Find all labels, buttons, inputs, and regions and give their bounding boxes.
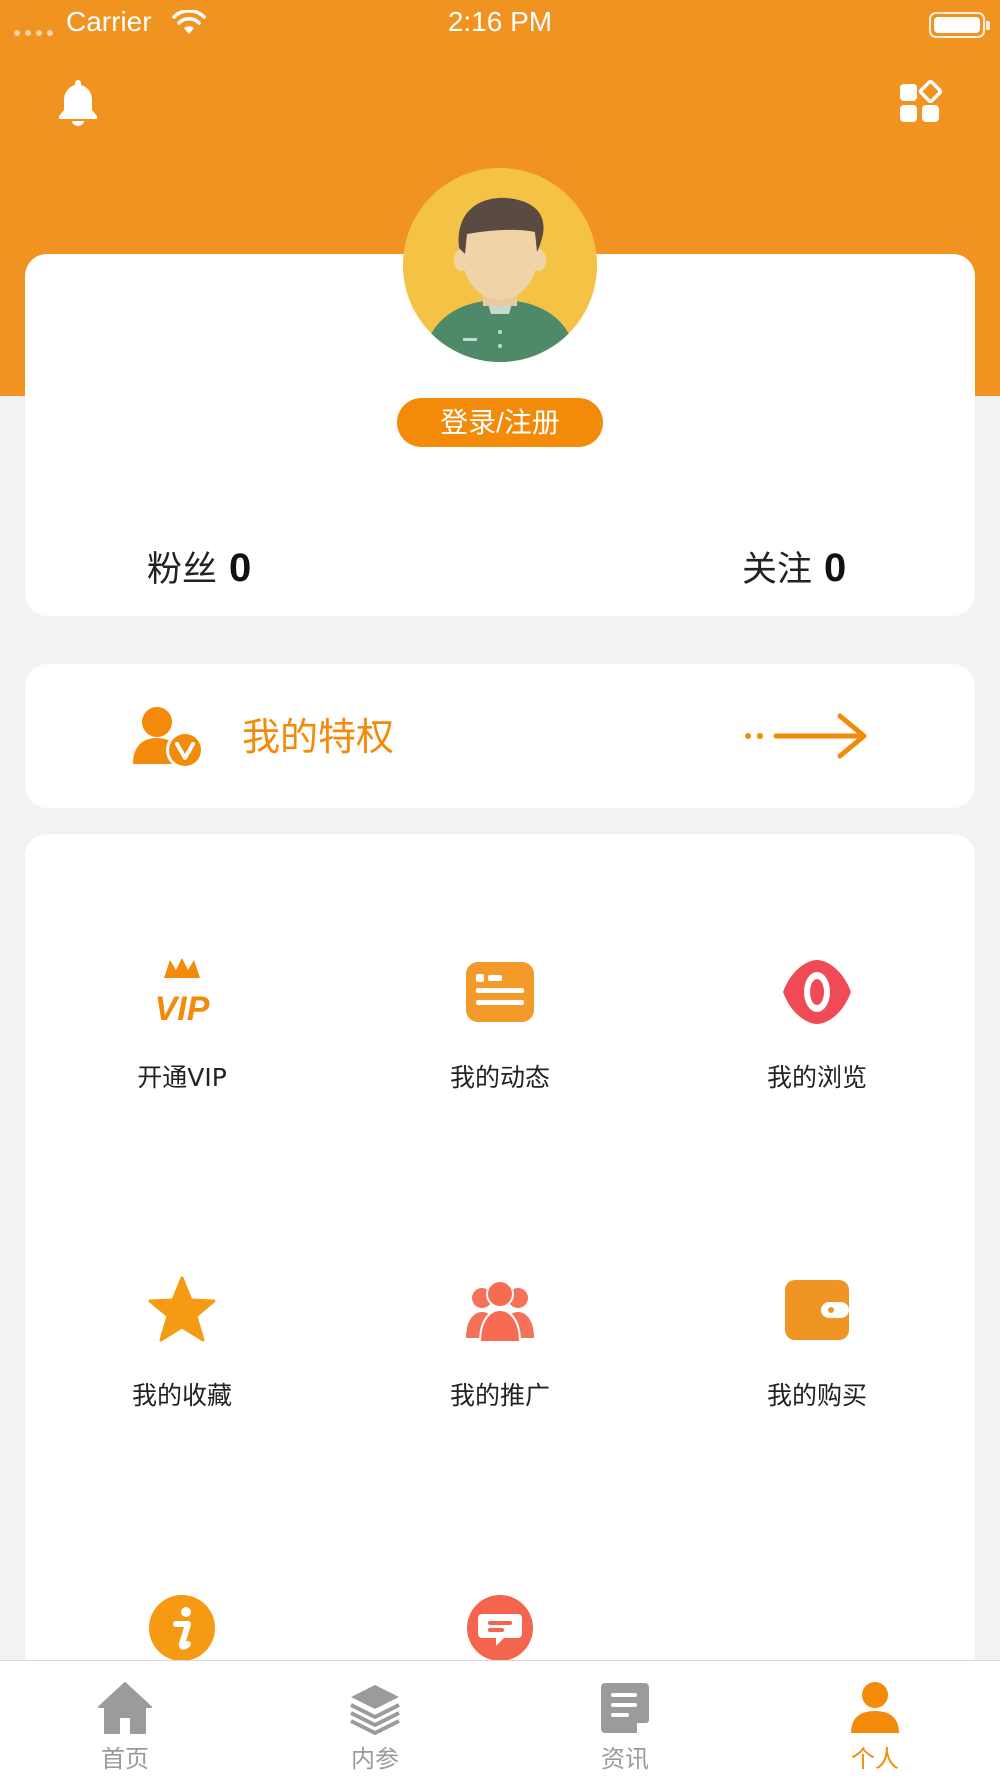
arrow-right-icon[interactable] — [744, 710, 870, 762]
follow-label: 关注 — [742, 550, 813, 590]
wallet-icon — [785, 1280, 849, 1340]
document-icon — [601, 1683, 649, 1733]
tab-personal[interactable]: 个人 — [750, 1661, 1000, 1778]
apps-grid-icon[interactable] — [898, 80, 942, 124]
fans-stat[interactable]: 粉丝 0 — [147, 544, 251, 592]
info-icon — [149, 1595, 215, 1661]
grid-item-browsing[interactable]: 我的浏览 — [697, 956, 937, 1106]
grid-item-purchases[interactable]: 我的购买 — [697, 1274, 937, 1424]
message-icon — [467, 1595, 533, 1661]
login-register-button[interactable]: 登录/注册 — [397, 398, 603, 447]
news-card-icon — [466, 962, 534, 1022]
svg-text:VIP: VIP — [155, 990, 210, 1028]
follow-count: 0 — [824, 546, 847, 590]
grid-item-promotion[interactable]: 我的推广 — [380, 1274, 620, 1424]
grid-label-activity: 我的动态 — [449, 1063, 550, 1092]
eye-icon — [783, 960, 851, 1024]
tab-home[interactable]: 首页 — [0, 1661, 250, 1778]
avatar[interactable] — [403, 168, 597, 362]
tab-label-home: 首页 — [101, 1745, 149, 1773]
privilege-label: 我的特权 — [242, 715, 395, 759]
tab-label-insider: 内参 — [351, 1745, 399, 1773]
tab-label-personal: 个人 — [851, 1745, 899, 1773]
follow-stat[interactable]: 关注 0 — [742, 544, 846, 592]
tab-label-news: 资讯 — [601, 1745, 649, 1773]
vip-crown-icon: VIP — [155, 958, 210, 1028]
grid-item-favorites[interactable]: 我的收藏 — [62, 1274, 302, 1424]
grid-label-favorites: 我的收藏 — [131, 1381, 232, 1410]
bell-icon[interactable] — [56, 78, 100, 126]
grid-item-activity[interactable]: 我的动态 — [380, 956, 620, 1106]
grid-label-purchases: 我的购买 — [766, 1381, 867, 1410]
grid-label-promotion: 我的推广 — [449, 1381, 550, 1410]
group-icon — [466, 1280, 534, 1343]
status-time: 2:16 PM — [447, 6, 553, 37]
grid-label-vip: 开通VIP — [137, 1063, 227, 1092]
battery-icon — [929, 12, 990, 38]
home-icon — [98, 1682, 152, 1734]
user-vip-icon — [133, 707, 204, 769]
grid-label-browsing: 我的浏览 — [766, 1063, 867, 1092]
tab-bar: 首页 内参 资讯 个人 — [0, 1660, 1000, 1778]
fans-label: 粉丝 — [147, 550, 218, 590]
tab-insider[interactable]: 内参 — [250, 1661, 500, 1778]
status-bar: Carrier 2:16 PM — [0, 0, 1000, 48]
person-icon — [851, 1682, 899, 1733]
fans-count: 0 — [229, 546, 252, 590]
grid-item-vip[interactable]: VIP 开通VIP — [62, 956, 302, 1106]
tab-news[interactable]: 资讯 — [500, 1661, 750, 1778]
star-icon — [148, 1276, 216, 1342]
layers-icon — [350, 1685, 400, 1735]
